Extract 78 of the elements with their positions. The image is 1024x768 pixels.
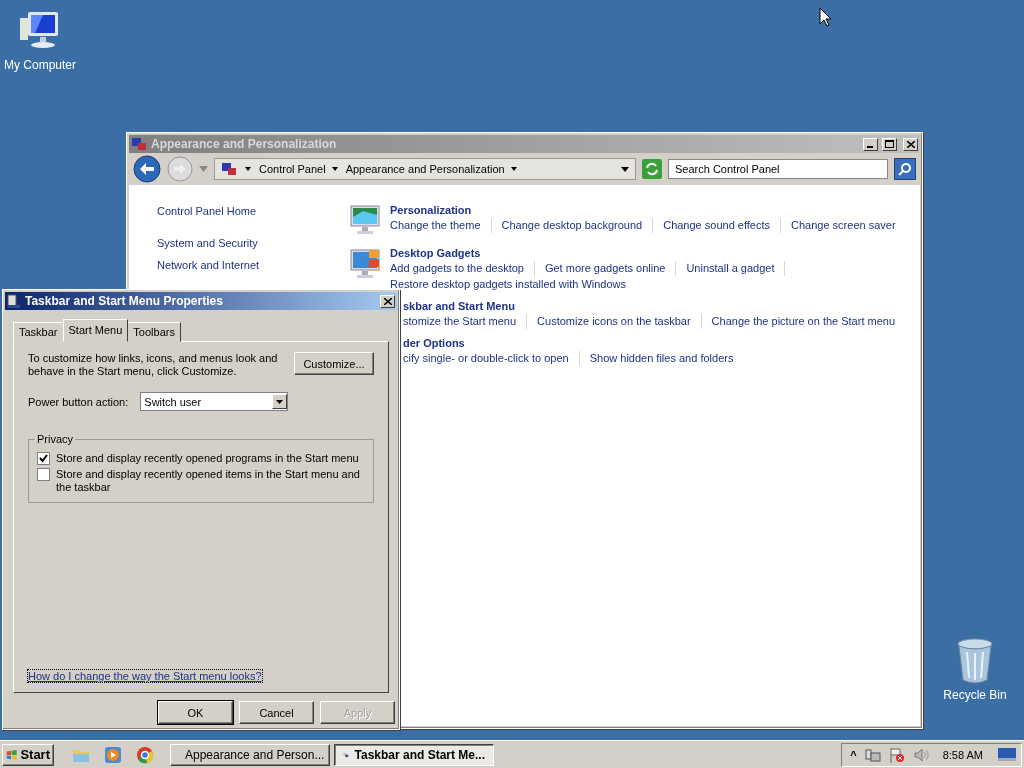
task-link[interactable]: Add gadgets to the desktop <box>390 261 535 276</box>
help-link[interactable]: How do I change the way the Start menu looks? <box>28 670 262 682</box>
flag-warning-icon[interactable] <box>888 746 905 763</box>
section-heading[interactable]: Desktop Gadgets <box>390 246 915 261</box>
maximize-button[interactable] <box>882 137 897 151</box>
power-button-label: Power button action: <box>28 395 129 408</box>
tab[interactable]: Taskbar <box>13 322 64 342</box>
task-link[interactable]: Change the picture on the Start menu <box>711 314 896 329</box>
search-field[interactable]: Search Control Panel <box>668 159 888 179</box>
network-icon[interactable] <box>864 746 881 763</box>
task-link[interactable]: Get more gadgets online <box>544 261 677 276</box>
task-link[interactable]: Show hidden files and folders <box>589 351 734 366</box>
task-link[interactable]: cify single- or double-click to open <box>403 351 580 366</box>
browser-icon[interactable] <box>136 745 154 764</box>
task-link[interactable]: Customize icons on the taskbar <box>537 314 702 329</box>
nav-link[interactable]: Control Panel Home <box>157 203 349 219</box>
close-button[interactable] <box>380 294 395 308</box>
search-icon <box>898 162 912 176</box>
dialog-button[interactable]: Cancel <box>239 701 314 724</box>
tab[interactable]: Start Menu <box>62 319 129 342</box>
show-hidden-icons-button[interactable]: ^ <box>850 748 857 761</box>
taskbar-properties-icon <box>7 294 21 308</box>
dialog-button[interactable]: OK <box>158 701 233 724</box>
task-link[interactable]: Change the theme <box>390 218 492 233</box>
section-heading[interactable]: der Options <box>403 336 928 351</box>
control-panel-icon <box>131 137 147 151</box>
show-desktop-icon[interactable] <box>997 746 1017 763</box>
close-button[interactable] <box>903 137 918 151</box>
maximize-icon <box>885 140 894 148</box>
breadcrumb-arrow-icon[interactable] <box>331 167 338 171</box>
gadgets-icon <box>349 246 383 280</box>
control-panel-icon <box>221 162 237 176</box>
task-link[interactable]: Restore desktop gadgets installed with Windows <box>390 277 626 292</box>
section-heading[interactable]: skbar and Start Menu <box>403 299 928 314</box>
window-title: Appearance and Personalization <box>151 137 338 151</box>
back-button[interactable] <box>133 155 161 183</box>
recycle-bin-icon[interactable] <box>955 638 995 684</box>
minimize-button[interactable] <box>863 137 878 151</box>
checkbox[interactable] <box>37 468 50 481</box>
dropdown-arrow-icon[interactable] <box>621 166 629 172</box>
checkbox-label[interactable]: Store and display recently opened items in the Start menu and the taskbar <box>56 468 365 494</box>
windows-logo <box>6 747 18 762</box>
nav-link[interactable]: System and Security <box>157 235 349 251</box>
desktop-icon-label[interactable]: My Computer <box>4 58 76 72</box>
dialog-title: Taskbar and Start Menu Properties <box>25 294 224 308</box>
monitor-icon <box>349 203 383 237</box>
start-button[interactable]: Start <box>2 743 54 766</box>
customize-button[interactable]: Customize... <box>294 352 374 375</box>
close-icon <box>383 297 392 305</box>
dropdown-arrow-icon <box>276 399 284 404</box>
media-player-icon[interactable] <box>104 745 122 764</box>
refresh-button[interactable] <box>642 159 662 179</box>
speaker-icon[interactable] <box>912 746 929 763</box>
breadcrumb-arrow-icon[interactable] <box>245 167 251 171</box>
breadcrumb-item[interactable]: Appearance and Personalization <box>345 163 505 175</box>
close-icon <box>906 140 915 148</box>
address-bar[interactable]: Control Panel Appearance and Personalization <box>214 158 636 180</box>
section-heading[interactable]: Personalization <box>390 203 915 218</box>
description-text: To customize how links, icons, and menus look and behave in the Start menu, click Customize. <box>28 352 279 378</box>
taskbar-button[interactable]: Appearance and Person... <box>170 743 330 766</box>
checkbox-label[interactable]: Store and display recently opened programs in the Start menu <box>56 452 359 465</box>
group-label: Privacy <box>36 433 75 445</box>
breadcrumb-arrow-icon[interactable] <box>510 167 517 171</box>
desktop-icon-label[interactable]: Recycle Bin <box>943 688 1007 702</box>
task-link[interactable]: stomize the Start menu <box>403 314 528 329</box>
nav-link[interactable]: Network and Internet <box>157 257 349 273</box>
task-link[interactable]: Change sound effects <box>663 218 781 233</box>
task-link[interactable]: Change screen saver <box>791 218 896 233</box>
taskbar-button[interactable]: Taskbar and Start Me... <box>334 743 494 766</box>
breadcrumb-item[interactable]: Control Panel <box>259 163 326 175</box>
task-link[interactable]: Change desktop background <box>501 218 654 233</box>
checkbox[interactable] <box>37 452 50 465</box>
search-button[interactable] <box>894 158 916 180</box>
tab[interactable]: Toolbars <box>127 322 181 342</box>
clock[interactable]: 8:58 AM <box>936 748 989 761</box>
task-link[interactable]: Uninstall a gadget <box>686 261 786 276</box>
power-action-dropdown[interactable]: Switch user <box>140 392 289 411</box>
mouse-cursor-icon <box>819 7 832 27</box>
